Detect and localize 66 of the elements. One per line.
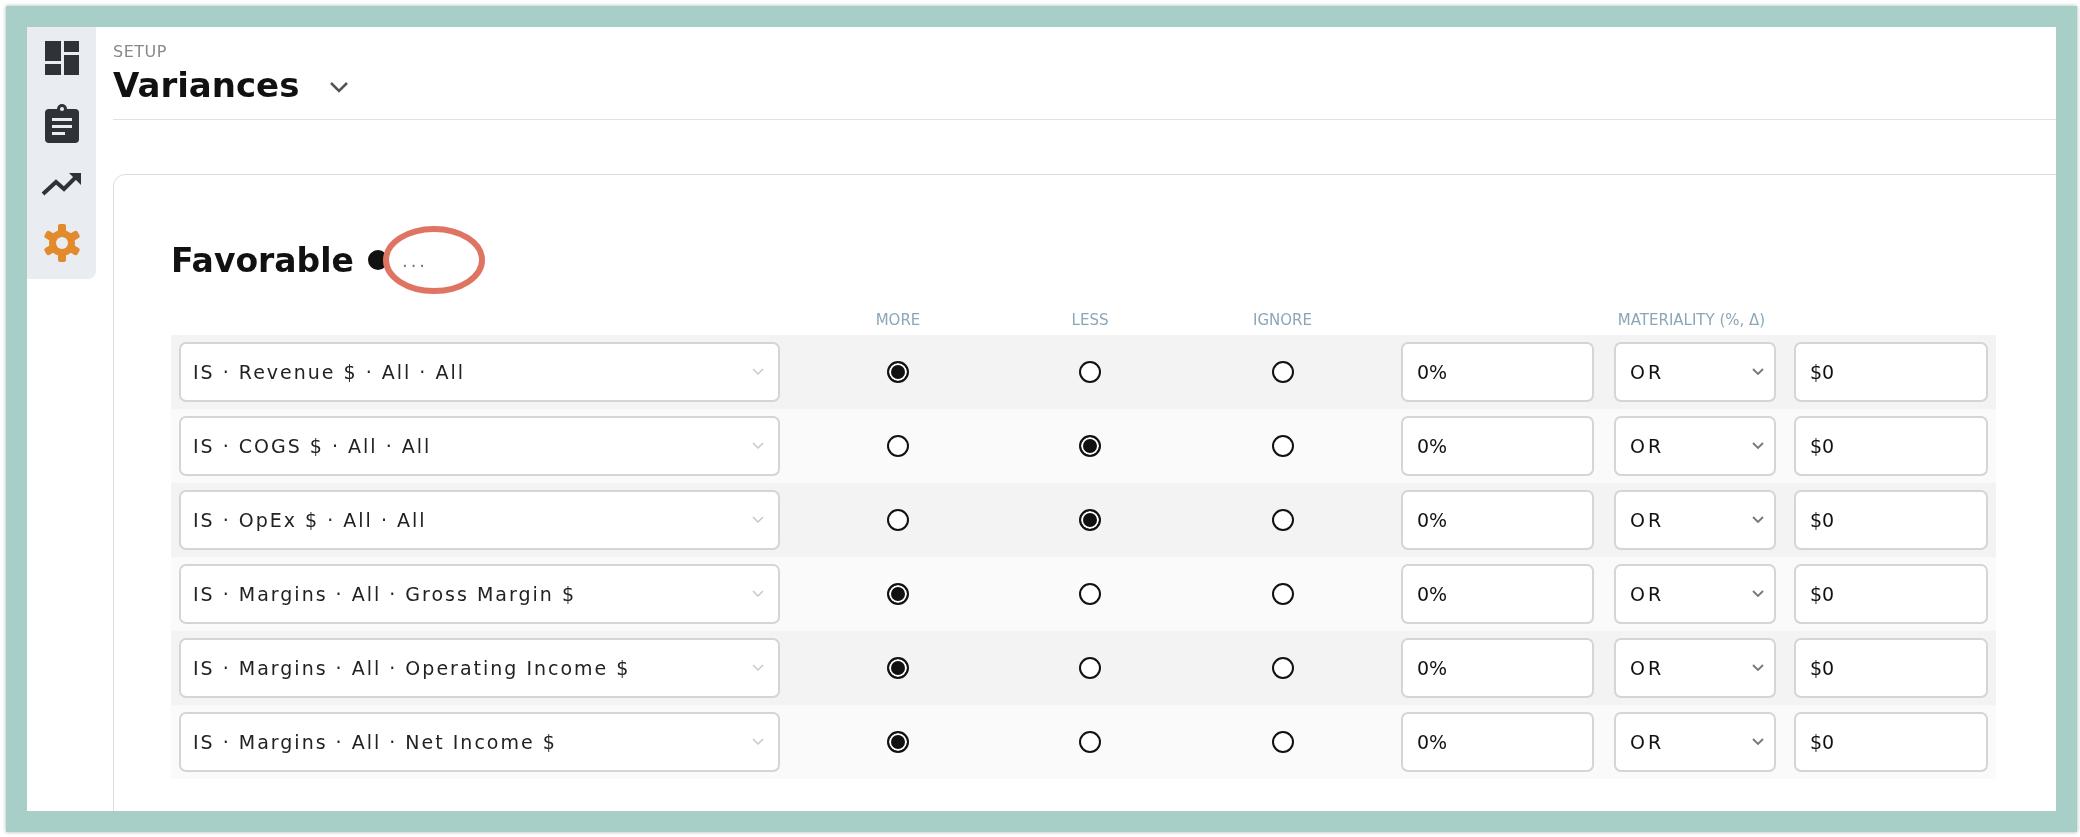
chevron-down-icon bbox=[752, 516, 764, 524]
radio-button[interactable] bbox=[887, 361, 909, 383]
chevron-down-icon bbox=[1752, 442, 1764, 450]
metric-dropdown[interactable]: IS · Margins · All · Net Income $ bbox=[179, 712, 780, 772]
percent-field[interactable]: 0% bbox=[1401, 342, 1594, 402]
percent-field[interactable]: 0% bbox=[1401, 490, 1594, 550]
radio-button[interactable] bbox=[1079, 361, 1101, 383]
percent-field[interactable]: 0% bbox=[1401, 712, 1594, 772]
radio-button[interactable] bbox=[887, 657, 909, 679]
percent-field[interactable]: 0% bbox=[1401, 416, 1594, 476]
chevron-down-icon bbox=[1752, 664, 1764, 672]
amount-field[interactable]: $0 bbox=[1794, 564, 1988, 624]
chevron-down-icon bbox=[752, 664, 764, 672]
amount-field[interactable]: $0 bbox=[1794, 490, 1988, 550]
column-header: LESS bbox=[1070, 311, 1110, 329]
amount-field[interactable]: $0 bbox=[1794, 638, 1988, 698]
column-header: MATERIALITY (%, Δ) bbox=[1616, 311, 1767, 329]
operator-dropdown[interactable]: OR bbox=[1614, 342, 1776, 402]
column-header: IGNORE bbox=[1252, 311, 1313, 329]
chevron-down-icon bbox=[752, 368, 764, 376]
radio-button[interactable] bbox=[887, 509, 909, 531]
chevron-down-icon bbox=[1752, 368, 1764, 376]
radio-button[interactable] bbox=[1079, 435, 1101, 457]
chevron-down-icon[interactable] bbox=[329, 81, 350, 93]
metric-dropdown[interactable]: IS · COGS $ · All · All bbox=[179, 416, 780, 476]
radio-button[interactable] bbox=[1079, 731, 1101, 753]
amount-field[interactable]: $0 bbox=[1794, 712, 1988, 772]
operator-dropdown[interactable]: OR bbox=[1614, 416, 1776, 476]
clipboard-icon[interactable] bbox=[42, 103, 81, 145]
chevron-down-icon bbox=[1752, 516, 1764, 524]
metric-dropdown[interactable]: IS · Margins · All · Gross Margin $ bbox=[179, 564, 780, 624]
operator-dropdown[interactable]: OR bbox=[1614, 564, 1776, 624]
chevron-down-icon bbox=[752, 590, 764, 598]
radio-button[interactable] bbox=[887, 731, 909, 753]
chevron-down-icon bbox=[1752, 738, 1764, 746]
radio-button[interactable] bbox=[1271, 583, 1294, 605]
trend-up-icon[interactable] bbox=[40, 171, 83, 197]
page-title: Variances bbox=[113, 65, 300, 105]
radio-button[interactable] bbox=[1271, 435, 1294, 457]
percent-field[interactable]: 0% bbox=[1401, 564, 1594, 624]
percent-field[interactable]: 0% bbox=[1401, 638, 1594, 698]
amount-field[interactable]: $0 bbox=[1794, 342, 1988, 402]
breadcrumb: SETUP bbox=[113, 42, 168, 61]
radio-button[interactable] bbox=[1271, 361, 1294, 383]
section-title: Favorable bbox=[171, 240, 354, 280]
column-header: MORE bbox=[874, 311, 922, 329]
radio-button[interactable] bbox=[1271, 657, 1294, 679]
metric-dropdown[interactable]: IS · OpEx $ · All · All bbox=[179, 490, 780, 550]
operator-dropdown[interactable]: OR bbox=[1614, 638, 1776, 698]
metric-dropdown[interactable]: IS · Revenue $ · All · All bbox=[179, 342, 780, 402]
operator-dropdown[interactable]: OR bbox=[1614, 490, 1776, 550]
radio-button[interactable] bbox=[887, 583, 909, 605]
amount-field[interactable]: $0 bbox=[1794, 416, 1988, 476]
radio-button[interactable] bbox=[1079, 509, 1101, 531]
radio-button[interactable] bbox=[1271, 509, 1294, 531]
radio-button[interactable] bbox=[1079, 583, 1101, 605]
radio-button[interactable] bbox=[1271, 731, 1294, 753]
radio-button[interactable] bbox=[1079, 657, 1101, 679]
metric-dropdown[interactable]: IS · Margins · All · Operating Income $ bbox=[179, 638, 780, 698]
operator-dropdown[interactable]: OR bbox=[1614, 712, 1776, 772]
chevron-down-icon bbox=[1752, 590, 1764, 598]
dashboard-icon[interactable] bbox=[42, 39, 81, 77]
radio-button[interactable] bbox=[887, 435, 909, 457]
chevron-down-icon bbox=[752, 442, 764, 450]
chevron-down-icon bbox=[752, 738, 764, 746]
more-options-button[interactable]: ... bbox=[397, 249, 433, 271]
